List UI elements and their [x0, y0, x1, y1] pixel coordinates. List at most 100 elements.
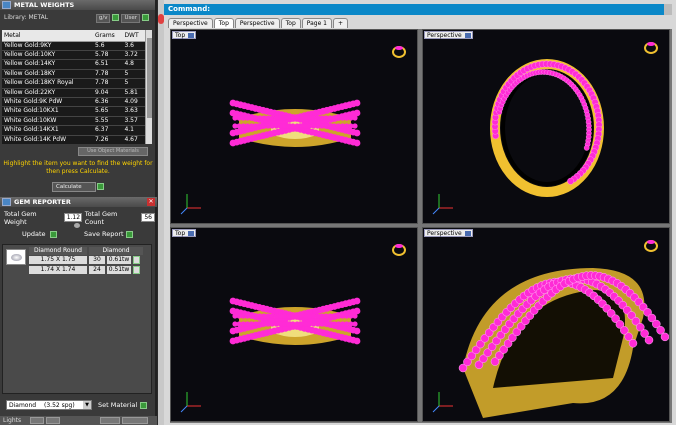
- tab-3[interactable]: Top: [280, 18, 301, 28]
- gv-button[interactable]: g/v: [95, 14, 111, 23]
- metal-row[interactable]: White Gold:10KW 5.55 3.57: [2, 116, 145, 127]
- viewport-label[interactable]: Top: [172, 31, 197, 39]
- material-sg: (3.52 spg): [44, 402, 75, 409]
- library-label: Library: METAL: [4, 14, 49, 21]
- metal-name: Yellow Gold:18KY Royal: [2, 78, 94, 89]
- chevron-down-icon[interactable]: [464, 231, 471, 236]
- update-go-icon[interactable]: [50, 231, 57, 238]
- gv-go-icon[interactable]: [112, 14, 120, 21]
- round-diamond-icon: [11, 254, 22, 261]
- col-metal[interactable]: Metal: [2, 30, 94, 42]
- metal-row[interactable]: Yellow Gold:9KY 5.6 3.6: [2, 41, 145, 51]
- metal-grams: 7.78: [93, 78, 123, 89]
- gem-thumbnail: [6, 249, 26, 265]
- tab-4[interactable]: Page 1: [301, 18, 332, 28]
- metal-dwt: 3.57: [122, 116, 145, 127]
- calculate-go-icon[interactable]: [97, 183, 104, 190]
- gem-reporter-icon: [2, 198, 11, 206]
- command-scroll[interactable]: [664, 4, 672, 15]
- light-toggle[interactable]: [100, 417, 120, 424]
- chevron-down-icon[interactable]: ▼: [83, 401, 91, 409]
- metal-dwt: 4.1: [122, 125, 145, 136]
- chevron-down-icon[interactable]: [188, 231, 195, 236]
- viewport-label[interactable]: Perspective: [424, 229, 473, 237]
- metal-weights-title: METAL WEIGHTS: [14, 1, 75, 9]
- material-row: Diamond (3.52 spg) ▼ Set Material: [4, 400, 154, 411]
- col-grams[interactable]: Grams: [93, 30, 123, 42]
- viewport-label[interactable]: Top: [172, 229, 197, 237]
- tab-2[interactable]: Perspective: [234, 18, 280, 28]
- tab-5[interactable]: +: [333, 18, 349, 28]
- gem-table[interactable]: Diamond Round Diamond 1.75 X 1.75 30 0.6…: [2, 244, 152, 394]
- set-material-button[interactable]: Set Material: [98, 401, 137, 409]
- viewport-label-text: Top: [175, 32, 186, 39]
- metal-grams: 7.78: [93, 69, 123, 80]
- ring-render: [432, 240, 669, 418]
- save-report-go-icon[interactable]: [126, 231, 133, 238]
- light-toggle[interactable]: [122, 417, 148, 424]
- material-select-value: Diamond: [9, 402, 37, 409]
- metal-row[interactable]: Yellow Gold:18KY Royal 7.78 5: [2, 78, 145, 89]
- metal-name: Yellow Gold:9KY: [2, 41, 94, 51]
- col-dwt[interactable]: DWT: [122, 30, 145, 42]
- metal-dwt: 5.81: [122, 88, 145, 98]
- gem-row-go-icon[interactable]: [133, 256, 140, 264]
- chevron-down-icon[interactable]: [464, 33, 471, 38]
- metal-table[interactable]: Metal Grams DWT Yellow Gold:9KY 5.6 3.6 Yel…: [2, 30, 152, 144]
- gem-reporter-title-bar: GEM REPORTER ✕: [0, 197, 157, 207]
- viewport-label-text: Perspective: [427, 230, 462, 237]
- gem-weight: 0.61tw: [107, 256, 131, 264]
- viewport-persp-large[interactable]: Perspective: [422, 227, 670, 422]
- viewport-top[interactable]: Top: [170, 227, 418, 422]
- gem-size: 1.75 X 1.75: [29, 256, 87, 264]
- gem-size: 1.74 X 1.74: [29, 266, 87, 274]
- viewport-label[interactable]: Perspective: [424, 31, 473, 39]
- viewport-top[interactable]: Top: [170, 29, 418, 224]
- command-bar[interactable]: Command:: [164, 4, 672, 15]
- chevron-down-icon[interactable]: [188, 33, 195, 38]
- metal-grams: 5.55: [93, 116, 123, 127]
- light-toggle[interactable]: [46, 417, 60, 424]
- metal-name: White Gold:9K PdW: [2, 97, 94, 108]
- metal-row[interactable]: Yellow Gold:10KY 5.78 3.72: [2, 50, 145, 61]
- metal-name: Yellow Gold:10KY: [2, 50, 94, 61]
- bottom-bar: Lights: [0, 416, 157, 425]
- metal-grams: 5.78: [93, 50, 123, 61]
- metal-weights-title-bar: METAL WEIGHTS: [0, 0, 155, 10]
- user-go-icon[interactable]: [142, 14, 149, 21]
- set-material-go-icon[interactable]: [140, 402, 147, 409]
- viewport-persp-small[interactable]: Perspective: [422, 29, 670, 224]
- metal-grams: 6.51: [93, 59, 123, 70]
- scroll-thumb[interactable]: [147, 38, 152, 118]
- metal-dwt: 4.09: [122, 97, 145, 108]
- lights-label: Lights: [3, 417, 22, 424]
- tab-0[interactable]: Perspective: [168, 18, 213, 28]
- gem-row-go-icon[interactable]: [133, 266, 140, 274]
- metal-weights-icon: [2, 1, 11, 9]
- tab-1[interactable]: Top: [213, 18, 234, 28]
- metal-grams: 6.37: [93, 125, 123, 136]
- user-button[interactable]: User: [121, 14, 140, 23]
- use-object-materials-button[interactable]: Use Object Materials: [78, 147, 148, 156]
- metal-name: White Gold:10KW: [2, 116, 94, 127]
- total-gem-weight-label: Total Gem Weight: [4, 209, 37, 226]
- metal-row[interactable]: White Gold:14K PdW 7.26 4.67: [2, 135, 145, 144]
- close-icon[interactable]: ✕: [147, 198, 155, 206]
- metal-row[interactable]: White Gold:9K PdW 6.36 4.09: [2, 97, 145, 108]
- command-label: Command:: [168, 5, 211, 13]
- total-gem-weight-value: 1.12: [63, 213, 82, 222]
- metal-row[interactable]: Yellow Gold:22KY 9.04 5.81: [2, 88, 145, 98]
- viewport-label-text: Top: [175, 230, 186, 237]
- gem-col-shape: Diamond Round: [29, 247, 87, 255]
- save-report-button[interactable]: Save Report: [84, 230, 124, 238]
- metal-row[interactable]: Yellow Gold:14KY 6.51 4.8: [2, 59, 145, 70]
- metal-row[interactable]: Yellow Gold:18KY 7.78 5: [2, 69, 145, 80]
- metal-row[interactable]: White Gold:10KX1 5.65 3.63: [2, 106, 145, 117]
- calculate-button[interactable]: Calculate: [52, 182, 96, 192]
- metal-table-scrollbar[interactable]: [145, 30, 152, 144]
- light-toggle[interactable]: [30, 417, 44, 424]
- update-button[interactable]: Update: [22, 230, 46, 238]
- metal-row[interactable]: White Gold:14KX1 6.37 4.1: [2, 125, 145, 136]
- viewport-label-text: Perspective: [427, 32, 462, 39]
- material-select[interactable]: Diamond (3.52 spg) ▼: [6, 400, 92, 410]
